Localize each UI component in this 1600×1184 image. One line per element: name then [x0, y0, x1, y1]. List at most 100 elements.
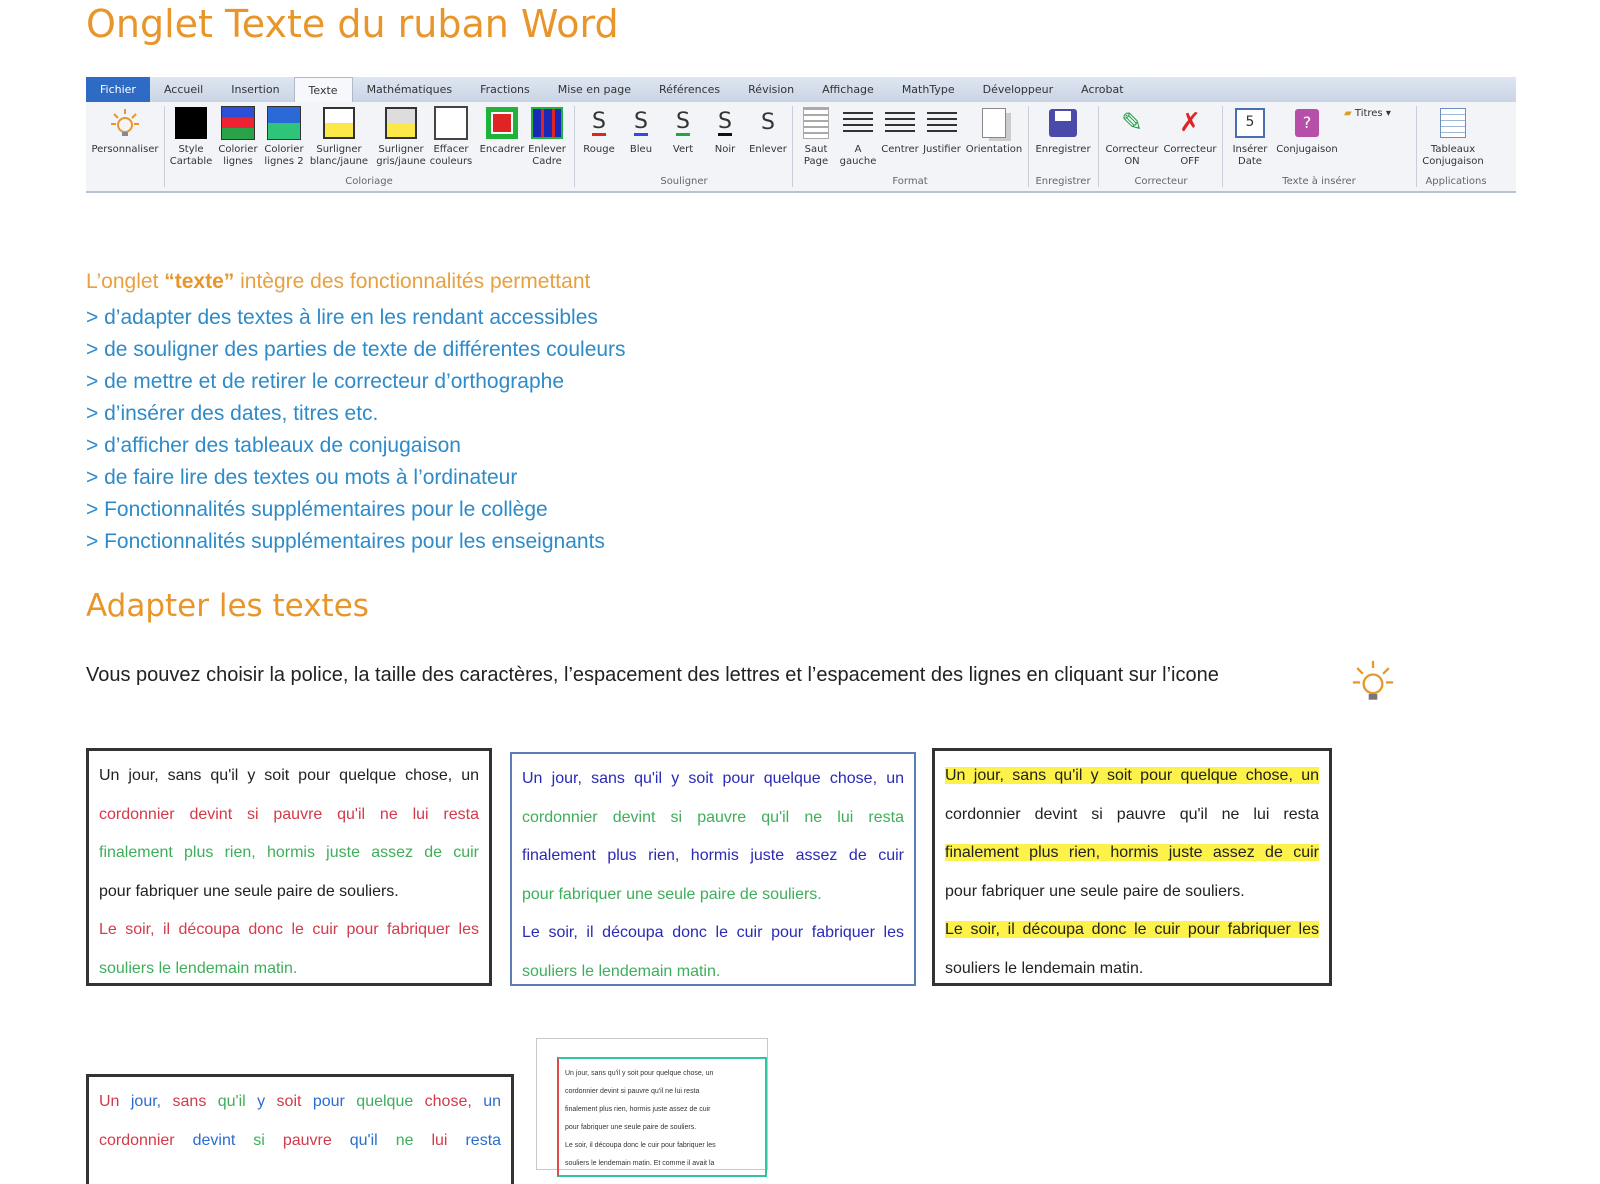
- personnaliser-button[interactable]: Personnaliser: [90, 106, 160, 156]
- souligner-noir-button[interactable]: S Noir: [704, 106, 746, 156]
- underline-black-icon: S: [718, 108, 732, 136]
- effacer-couleurs-button[interactable]: Effacer couleurs: [426, 106, 476, 168]
- underline-red-icon: S: [592, 108, 606, 136]
- book-question-icon: ?: [1290, 106, 1324, 140]
- justify-button[interactable]: Justifier: [920, 106, 964, 156]
- enregistrer-button[interactable]: Enregistrer: [1030, 106, 1096, 156]
- ribbon-separator: [1098, 106, 1099, 187]
- surligner-blanc-jaune-button[interactable]: Surligner blanc/jaune: [308, 106, 370, 168]
- underline-green-icon: S: [676, 108, 690, 136]
- tab-revision[interactable]: Révision: [734, 77, 808, 102]
- tab-mathtype[interactable]: MathType: [888, 77, 969, 102]
- example-line: pour fabriquer une seule paire de soulie…: [945, 882, 1245, 900]
- tab-fractions[interactable]: Fractions: [466, 77, 544, 102]
- ribbon-body: Personnaliser Style Cartable Colorier li…: [86, 102, 1516, 189]
- paragraph: Vous pouvez choisir la police, la taille…: [86, 664, 1219, 686]
- tab-developpeur[interactable]: Développeur: [969, 77, 1068, 102]
- ribbon-tabs: Fichier Accueil Insertion Texte Mathémat…: [86, 77, 1516, 102]
- link-correcteur[interactable]: > de mettre et de retirer le correcteur …: [86, 366, 626, 398]
- orientation-button[interactable]: Orientation: [962, 106, 1026, 156]
- link-inserer-dates[interactable]: > d’insérer des dates, titres etc.: [86, 398, 626, 430]
- chevron-down-icon: ▾: [1385, 108, 1391, 119]
- example-line: souliers le lendemain matin.: [99, 959, 298, 977]
- colorier-lignes-button[interactable]: Colorier lignes: [214, 106, 262, 168]
- colorier-lignes2-button[interactable]: Colorier lignes 2: [260, 106, 308, 168]
- inserer-date-button[interactable]: 5 Insérer Date: [1224, 106, 1276, 168]
- correcteur-off-button[interactable]: ✗ Correcteur OFF: [1160, 106, 1220, 168]
- ribbon-separator: [792, 106, 793, 187]
- example-line: finalement plus rien, hormis juste assez…: [99, 844, 479, 861]
- mini-line: pour fabriquer une seule paire de soulie…: [565, 1124, 697, 1131]
- black-square-icon: [174, 106, 208, 140]
- tab-mathematiques[interactable]: Mathématiques: [353, 77, 467, 102]
- align-left-button[interactable]: A gauche: [836, 106, 880, 168]
- example-line: cordonnier devint si pauvre qu'il ne lui…: [945, 805, 1319, 823]
- example-line: Un jour, sans qu'il y soit pour quelque …: [945, 767, 1319, 784]
- example-line: Le soir, il découpa donc le cuir pour fa…: [945, 921, 1319, 938]
- align-center-button[interactable]: Centrer: [878, 106, 922, 156]
- tab-texte[interactable]: Texte: [293, 77, 353, 102]
- floppy-disk-icon: [1046, 106, 1080, 140]
- link-enseignants[interactable]: > Fonctionnalités supplémentaires pour l…: [86, 526, 626, 558]
- calendar-icon: 5: [1233, 106, 1267, 140]
- tab-insertion[interactable]: Insertion: [217, 77, 293, 102]
- example-mini-frame: Un jour, sans qu'il y soit pour quelque …: [536, 1038, 768, 1177]
- tab-affichage[interactable]: Affichage: [808, 77, 888, 102]
- souligner-enlever-button[interactable]: S Enlever: [746, 106, 790, 156]
- remove-underline-icon: S: [761, 110, 775, 135]
- ribbon-separator: [574, 106, 575, 187]
- tableaux-conjugaison-button[interactable]: Tableaux Conjugaison: [1418, 106, 1488, 168]
- correcteur-on-button[interactable]: ✎ Correcteur ON: [1102, 106, 1162, 168]
- mini-line: Le soir, il découpa donc le cuir pour fa…: [565, 1142, 716, 1149]
- example-highlight: Un jour, sans qu'il y soit pour quelque …: [932, 748, 1332, 986]
- colored-lines-icon: [221, 106, 255, 140]
- group-correcteur-label: Correcteur: [1134, 176, 1188, 187]
- example-line: souliers le lendemain matin.: [945, 959, 1144, 977]
- example-line: pour fabriquer une seule paire de soulie…: [99, 882, 399, 900]
- tab-acrobat[interactable]: Acrobat: [1067, 77, 1137, 102]
- section-title: Adapter les textes: [86, 588, 369, 624]
- enlever-cadre-button[interactable]: Enlever Cadre: [522, 106, 572, 168]
- example-line: cordonnier devint si pauvre qu'il ne lui…: [99, 805, 479, 823]
- example-word-colors: Un jour, sans qu'il y soit pour quelque …: [86, 1074, 514, 1184]
- souligner-vert-button[interactable]: S Vert: [662, 106, 704, 156]
- mini-line: souliers le lendemain matin. Et comme il…: [565, 1160, 715, 1167]
- ribbon-separator: [1222, 106, 1223, 187]
- example-line: Le soir, il découpa donc le cuir pour fa…: [99, 921, 479, 938]
- example-line: Un jour, sans qu'il y soit pour quelque …: [522, 770, 904, 787]
- example-colored-lines-2: Un jour, sans qu'il y soit pour quelque …: [510, 752, 916, 986]
- page-break-icon: [799, 106, 833, 140]
- align-left-icon: [841, 106, 875, 140]
- orientation-icon: [977, 106, 1011, 140]
- souligner-bleu-button[interactable]: S Bleu: [620, 106, 662, 156]
- ribbon-separator: [1416, 106, 1417, 187]
- tab-mise-en-page[interactable]: Mise en page: [544, 77, 645, 102]
- titres-dropdown[interactable]: ▰ Titres ▾: [1344, 108, 1391, 119]
- encadrer-button[interactable]: Encadrer: [476, 106, 528, 156]
- lightbulb-icon: [108, 106, 142, 140]
- example-line: finalement plus rien, hormis juste assez…: [945, 844, 1319, 861]
- link-conjugaison[interactable]: > d’afficher des tableaux de conjugaison: [86, 430, 626, 462]
- saut-page-button[interactable]: Saut Page: [794, 106, 838, 168]
- example-line: cordonnier devint si pauvre qu'il ne lui…: [99, 1131, 502, 1149]
- highlight-grey-yellow-icon: [384, 106, 418, 140]
- highlight-white-yellow-icon: [322, 106, 356, 140]
- tab-accueil[interactable]: Accueil: [150, 77, 217, 102]
- ribbon-separator: [164, 106, 165, 187]
- tab-fichier[interactable]: Fichier: [86, 77, 150, 102]
- group-enregistrer-label: Enregistrer: [1035, 176, 1091, 187]
- link-souligner[interactable]: > de souligner des parties de texte de d…: [86, 334, 626, 366]
- justify-icon: [925, 106, 959, 140]
- example-line: pour fabriquer une seule paire de soulie…: [522, 885, 822, 903]
- link-lecture[interactable]: > de faire lire des textes ou mots à l’o…: [86, 462, 626, 494]
- souligner-rouge-button[interactable]: S Rouge: [578, 106, 620, 156]
- link-adapter-textes[interactable]: > d’adapter des textes à lire en les ren…: [86, 302, 626, 334]
- style-cartable-button[interactable]: Style Cartable: [166, 106, 216, 168]
- mini-line: finalement plus rien, hormis juste assez…: [565, 1106, 711, 1113]
- tab-references[interactable]: Références: [645, 77, 734, 102]
- remove-frame-icon: [530, 106, 564, 140]
- link-college[interactable]: > Fonctionnalités supplémentaires pour l…: [86, 494, 626, 526]
- conjugaison-button[interactable]: ? Conjugaison: [1272, 106, 1342, 156]
- surligner-gris-jaune-button[interactable]: Surligner gris/jaune: [370, 106, 432, 168]
- mini-line: Un jour, sans qu'il y soit pour quelque …: [565, 1070, 714, 1077]
